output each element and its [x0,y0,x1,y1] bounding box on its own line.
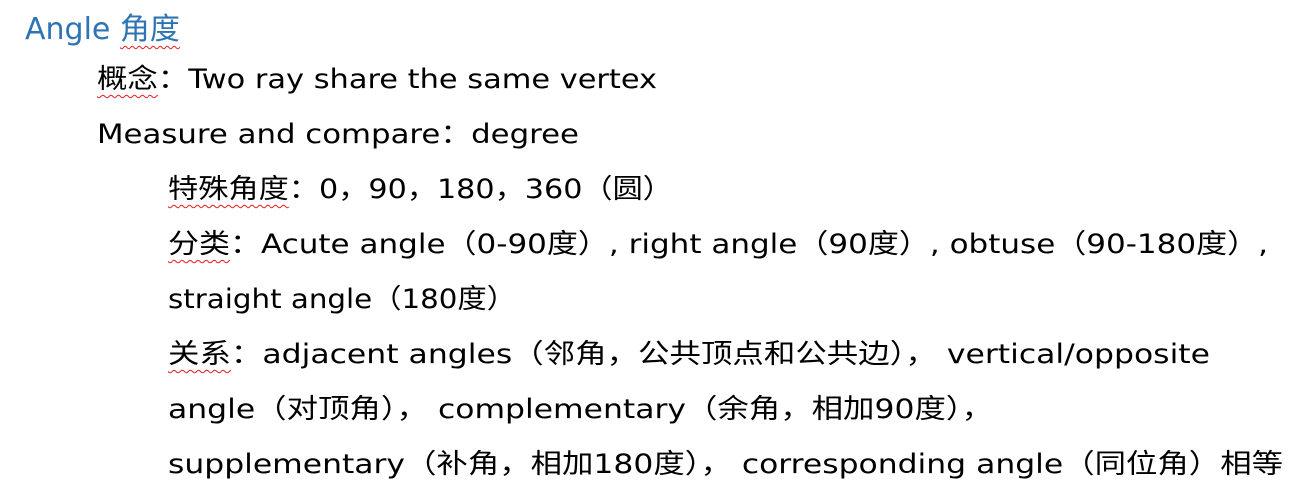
relations-label: 关系 [168,339,231,370]
measure-text: Measure and compare：degree [97,119,579,150]
relations-text: ：adjacent angles（邻角，公共顶点和公共边）， vertical/… [230,339,1210,370]
special-angles-label: 特殊角度 [168,174,289,205]
classification-line: 分类：Acute angle（0-90度）, right angle（90度）,… [168,225,1268,265]
relations-continued-text-1: angle（对顶角）， complementary（余角，相加90度）， [168,394,993,425]
section-heading: Angle 角度 [25,8,180,52]
document-page: Angle 角度 概念：Two ray share the same verte… [0,0,1291,495]
classification-continued-text: straight angle（180度） [168,284,516,315]
relations-line: 关系：adjacent angles（邻角，公共顶点和公共边）， vertica… [168,335,1210,375]
measure-line: Measure and compare：degree [97,115,579,155]
classification-text: ：Acute angle（0-90度）, right angle（90度）, o… [230,229,1268,260]
relations-continued-line-2: supplementary（补角，相加180度）， corresponding … [168,445,1283,485]
heading-cjk: 角度 [119,12,180,47]
definition-label: 概念 [97,64,158,95]
special-angles-line: 特殊角度：0，90，180，360（圆） [168,170,673,210]
relations-continued-text-2: supplementary（补角，相加180度）， corresponding … [168,449,1283,480]
definition-line: 概念：Two ray share the same vertex [97,60,657,100]
special-angles-text: ：0，90，180，360（圆） [288,174,673,205]
heading-latin: Angle [25,12,120,47]
classification-continued-line: straight angle（180度） [168,280,516,320]
definition-text: ：Two ray share the same vertex [157,64,657,95]
classification-label: 分类 [168,229,231,260]
relations-continued-line-1: angle（对顶角）， complementary（余角，相加90度）， [168,390,993,430]
